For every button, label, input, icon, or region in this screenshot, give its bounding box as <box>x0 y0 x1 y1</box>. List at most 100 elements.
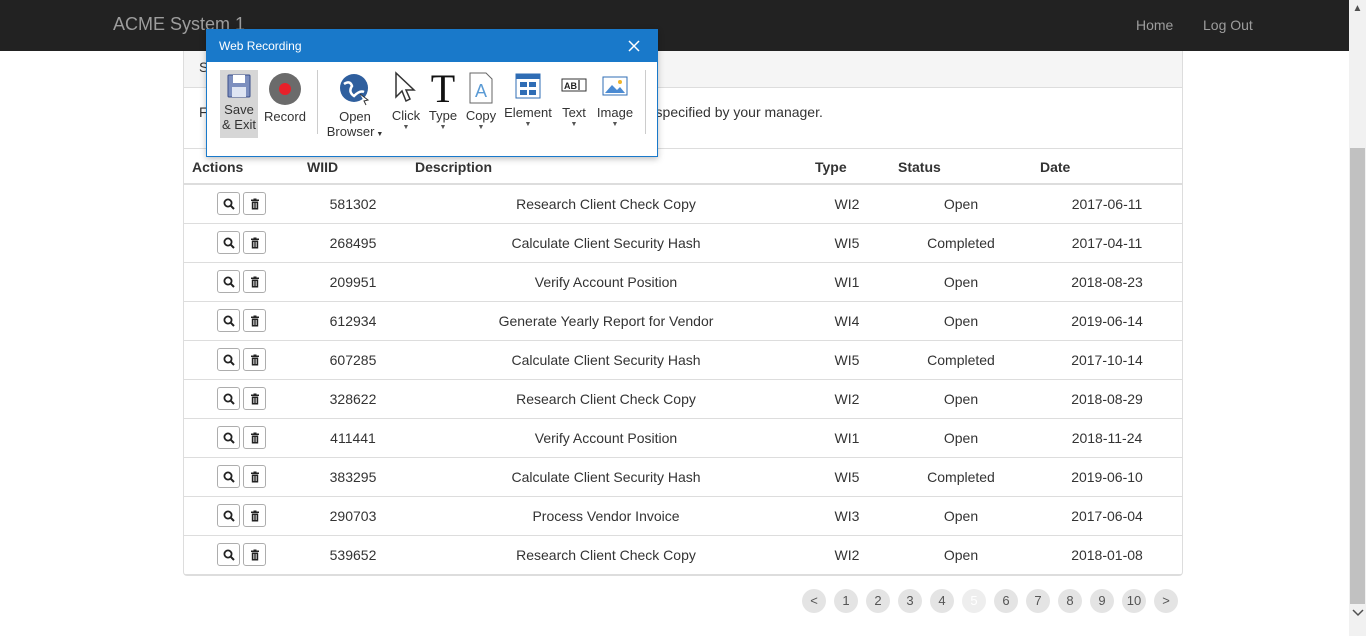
view-button[interactable] <box>217 231 240 254</box>
page-5-button[interactable]: 5 <box>962 589 986 613</box>
trash-icon <box>251 549 259 561</box>
scroll-down-icon[interactable] <box>1349 606 1366 623</box>
view-button[interactable] <box>217 543 240 566</box>
save-exit-button[interactable]: Save & Exit <box>220 70 258 138</box>
cell-wiid: 612934 <box>329 313 377 329</box>
view-button[interactable] <box>217 270 240 293</box>
copy-button[interactable]: A Copy ▼ <box>464 68 498 132</box>
text-t-icon: T <box>431 66 455 111</box>
record-button[interactable]: Record <box>262 68 308 124</box>
header-actions: Actions <box>192 159 244 175</box>
trash-icon <box>251 198 259 210</box>
cell-description: Calculate Client Security Hash <box>511 235 701 251</box>
view-button[interactable] <box>217 465 240 488</box>
open-label-line1: Open <box>339 109 371 124</box>
element-button[interactable]: Element ▼ <box>503 68 553 129</box>
open-label-line2: Browser ▼ <box>326 124 384 139</box>
cell-status: Open <box>943 430 979 446</box>
nav-home-link[interactable]: Home <box>1136 17 1173 33</box>
scrollbar-thumb[interactable] <box>1350 148 1365 604</box>
cell-type: WI5 <box>834 469 860 485</box>
header-status: Status <box>898 159 941 175</box>
copy-label: Copy <box>465 108 497 123</box>
trash-icon <box>251 276 259 288</box>
text-button[interactable]: AB Text ▼ <box>558 68 590 129</box>
nav-logout-link[interactable]: Log Out <box>1203 17 1253 33</box>
image-picture-icon <box>602 76 628 96</box>
cell-wiid: 539652 <box>329 547 377 563</box>
dialog-title: Web Recording <box>219 39 302 53</box>
delete-button[interactable] <box>243 270 266 293</box>
scroll-up-icon[interactable]: ▲ <box>1349 0 1366 17</box>
page-10-button[interactable]: 10 <box>1122 589 1146 613</box>
web-recording-dialog: Web Recording Save & Exit Record Open Br… <box>206 29 658 157</box>
page-next-button[interactable]: > <box>1154 589 1178 613</box>
type-label: Type <box>428 108 458 123</box>
type-dropdown-icon: ▼ <box>439 124 447 131</box>
cursor-arrow-icon <box>395 71 416 103</box>
delete-button[interactable] <box>243 465 266 488</box>
svg-text:A: A <box>475 81 487 101</box>
open-browser-button[interactable]: Open Browser ▼ <box>325 68 385 142</box>
cell-description: Research Client Check Copy <box>516 547 696 563</box>
text-label: Text <box>562 105 586 120</box>
image-button[interactable]: Image ▼ <box>595 68 635 129</box>
trash-icon <box>251 432 259 444</box>
delete-button[interactable] <box>243 231 266 254</box>
page-3-button[interactable]: 3 <box>898 589 922 613</box>
element-label: Element <box>504 105 552 120</box>
trash-icon <box>251 471 259 483</box>
delete-button[interactable] <box>243 387 266 410</box>
view-button[interactable] <box>217 348 240 371</box>
page-6-button[interactable]: 6 <box>994 589 1018 613</box>
top-navbar: ACME System 1 Home Log Out <box>0 0 1349 51</box>
save-label-line2: & Exit <box>222 117 256 132</box>
cell-type: WI5 <box>834 235 860 251</box>
page-4-button[interactable]: 4 <box>930 589 954 613</box>
table-row: 411441 Verify Account Position WI1 Open 2018… <box>184 419 1182 458</box>
delete-button[interactable] <box>243 192 266 215</box>
view-button[interactable] <box>217 504 240 527</box>
element-grid-icon <box>515 73 541 99</box>
view-button[interactable] <box>217 387 240 410</box>
cell-wiid: 581302 <box>329 196 377 212</box>
cell-date: 2019-06-14 <box>1071 313 1143 329</box>
type-button[interactable]: T Type ▼ <box>427 66 459 132</box>
trash-icon <box>251 510 259 522</box>
view-button[interactable] <box>217 426 240 449</box>
delete-button[interactable] <box>243 309 266 332</box>
cell-date: 2017-06-04 <box>1071 508 1143 524</box>
delete-button[interactable] <box>243 348 266 371</box>
cell-wiid: 209951 <box>329 274 377 290</box>
floppy-disk-icon <box>227 74 251 98</box>
page-8-button[interactable]: 8 <box>1058 589 1082 613</box>
table-row: 328622 Research Client Check Copy WI2 Open 2… <box>184 380 1182 419</box>
globe-icon <box>340 74 370 106</box>
page-7-button[interactable]: 7 <box>1026 589 1050 613</box>
dialog-titlebar[interactable]: Web Recording <box>207 30 657 62</box>
page-1-button[interactable]: 1 <box>834 589 858 613</box>
close-icon[interactable] <box>625 37 643 55</box>
delete-button[interactable] <box>243 426 266 449</box>
page-prev-button[interactable]: < <box>802 589 826 613</box>
click-button[interactable]: Click ▼ <box>390 68 422 132</box>
svg-text:AB: AB <box>564 81 577 91</box>
header-type: Type <box>815 159 847 175</box>
element-dropdown-icon: ▼ <box>524 121 532 128</box>
cell-type: WI2 <box>834 547 860 563</box>
save-label-line1: Save <box>224 102 254 117</box>
search-icon <box>223 276 235 288</box>
view-button[interactable] <box>217 309 240 332</box>
page-2-button[interactable]: 2 <box>866 589 890 613</box>
cell-description: Process Vendor Invoice <box>532 508 680 524</box>
copy-document-icon: A <box>469 72 493 104</box>
header-date: Date <box>1040 159 1071 175</box>
panel-body-text-right: r specified by your manager. <box>647 104 823 120</box>
search-icon <box>223 315 235 327</box>
delete-button[interactable] <box>243 504 266 527</box>
view-button[interactable] <box>217 192 240 215</box>
record-label: Record <box>264 109 306 124</box>
delete-button[interactable] <box>243 543 266 566</box>
page-9-button[interactable]: 9 <box>1090 589 1114 613</box>
click-label: Click <box>391 108 421 123</box>
